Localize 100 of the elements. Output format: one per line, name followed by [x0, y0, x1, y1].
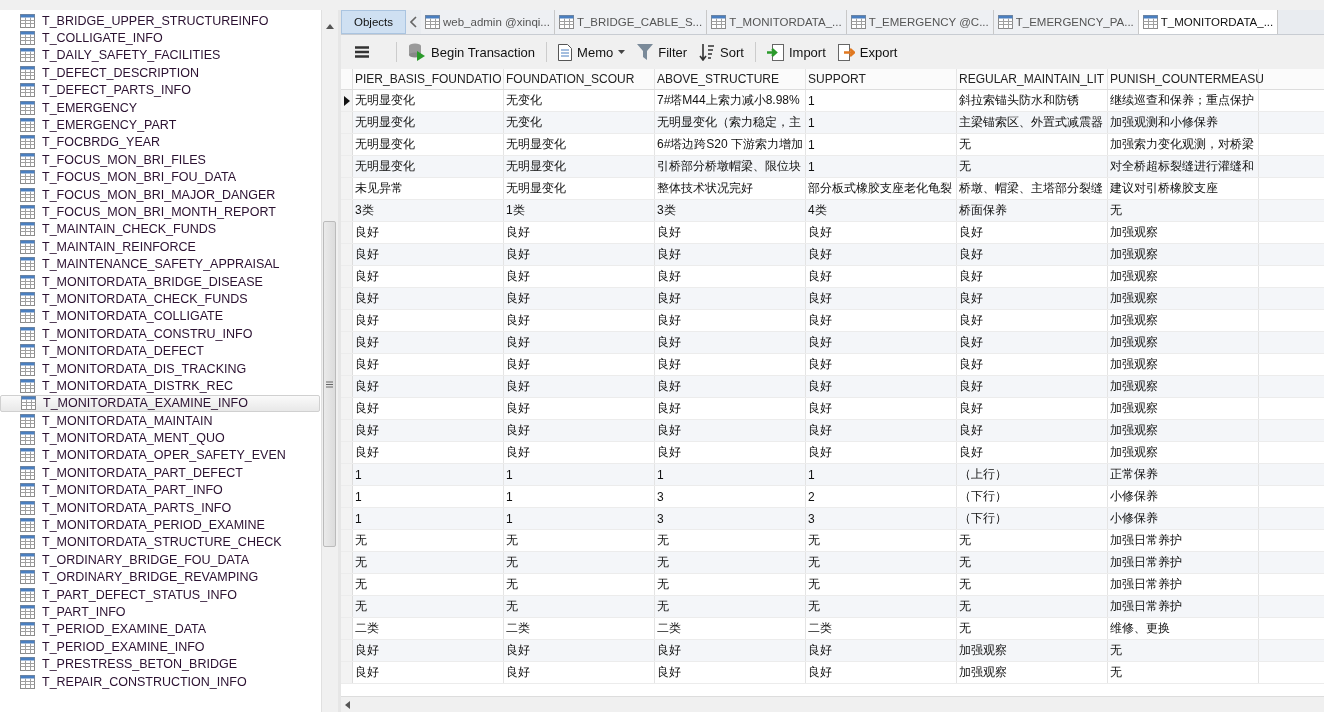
- objects-tab[interactable]: Objects: [341, 10, 406, 34]
- table-icon: [20, 100, 35, 115]
- table-cell: 无: [353, 596, 504, 617]
- table-list-item[interactable]: T_MONITORDATA_DIS_TRACKING: [0, 359, 321, 378]
- column-header[interactable]: ABOVE_STRUCTURE: [655, 69, 806, 89]
- table-list-item[interactable]: T_FOCUS_MON_BRI_MONTH_REPORT: [0, 203, 321, 221]
- filter-button[interactable]: Filter: [633, 41, 692, 63]
- column-header[interactable]: FOUNDATION_SCOUR: [504, 69, 655, 89]
- table-icon: [20, 674, 35, 689]
- table-list-item[interactable]: T_MAINTAIN_REINFORCE: [0, 238, 321, 256]
- table-tab[interactable]: T_EMERGENCY @C...: [846, 10, 994, 34]
- table-cell: 3: [655, 486, 806, 507]
- table-list-item[interactable]: T_EMERGENCY_PART: [0, 116, 321, 134]
- table-list-item[interactable]: T_MONITORDATA_EXAMINE_INFO: [0, 394, 320, 412]
- memo-button[interactable]: Memo: [554, 41, 630, 63]
- scroll-left-icon[interactable]: [410, 16, 417, 28]
- horizontal-scrollbar[interactable]: [341, 696, 1324, 712]
- table-cell: （上行）: [957, 464, 1108, 485]
- table-cell: 无: [655, 574, 806, 595]
- table-tab[interactable]: T_MONITORDATA_...: [1138, 10, 1279, 34]
- export-button[interactable]: Export: [833, 41, 902, 63]
- table-cell: 良好: [353, 244, 504, 265]
- table-cell: 小修保养: [1108, 486, 1259, 507]
- table-cell: 良好: [806, 310, 957, 331]
- table-list-item[interactable]: T_DAILY_SAFETY_FACILITIES: [0, 46, 321, 65]
- table-list-item[interactable]: T_ORDINARY_BRIDGE_REVAMPING: [0, 568, 321, 586]
- table-cell: 1: [504, 508, 655, 529]
- table-cell: 良好: [504, 640, 655, 661]
- table-list-item[interactable]: T_EMERGENCY: [0, 98, 321, 117]
- table-list-item[interactable]: T_MONITORDATA_CHECK_FUNDS: [0, 290, 321, 308]
- table-list-item[interactable]: T_PERIOD_EXAMINE_INFO: [0, 638, 321, 656]
- table-cell: 良好: [957, 332, 1108, 353]
- sort-button[interactable]: Sort: [695, 41, 748, 63]
- column-header[interactable]: PIER_BASIS_FOUNDATIO: [353, 69, 504, 89]
- table-cell: 无: [957, 156, 1108, 177]
- table-list-item[interactable]: T_FOCUS_MON_BRI_FILES: [0, 151, 321, 169]
- table-list-item[interactable]: T_MONITORDATA_PERIOD_EXAMINE: [0, 516, 321, 534]
- table-icon: [20, 361, 35, 376]
- table-tab[interactable]: T_BRIDGE_CABLE_S...: [554, 10, 708, 34]
- table-list-item[interactable]: T_MONITORDATA_CONSTRU_INFO: [0, 325, 321, 343]
- table-list-item[interactable]: T_MONITORDATA_DEFECT: [0, 342, 321, 360]
- table-cell: 无明显变化: [353, 112, 504, 133]
- document-icon: [558, 43, 573, 61]
- table-list-item[interactable]: T_MONITORDATA_PART_DEFECT: [0, 464, 321, 482]
- table-icon: [20, 65, 35, 80]
- table-cell: 加强日常养护: [1108, 574, 1259, 595]
- table-cell: 7#塔M44上索力减小8.98%: [655, 90, 806, 111]
- column-header[interactable]: REGULAR_MAINTAIN_LIT: [957, 69, 1108, 89]
- table-cell: 二类: [655, 618, 806, 639]
- scroll-left-icon[interactable]: [345, 700, 350, 709]
- scrollbar[interactable]: [321, 10, 338, 712]
- table-list-item[interactable]: T_MAINTAIN_CHECK_FUNDS: [0, 220, 321, 239]
- table-list-item[interactable]: T_COLLIGATE_INFO: [0, 29, 321, 47]
- table-list-item[interactable]: T_PERIOD_EXAMINE_DATA: [0, 620, 321, 639]
- menu-icon[interactable]: [355, 46, 369, 58]
- table-cell: 良好: [504, 354, 655, 375]
- table-list-item[interactable]: T_PRESTRESS_BETON_BRIDGE: [0, 655, 321, 673]
- table-list-item[interactable]: T_MONITORDATA_MENT_QUO: [0, 429, 321, 447]
- table-cell: 良好: [957, 288, 1108, 309]
- table-cell: 良好: [957, 398, 1108, 419]
- table-list-item[interactable]: T_ORDINARY_BRIDGE_FOU_DATA: [0, 551, 321, 569]
- scroll-up-icon[interactable]: [326, 24, 334, 29]
- table-list-item[interactable]: T_FOCBRDG_YEAR: [0, 133, 321, 152]
- table-list-item[interactable]: T_MONITORDATA_PART_INFO: [0, 481, 321, 499]
- table-list-item[interactable]: T_MONITORDATA_PARTS_INFO: [0, 498, 321, 517]
- column-header[interactable]: SUPPORT: [806, 69, 957, 89]
- table-cell: 加强观测和小修保养: [1108, 112, 1259, 133]
- table-list-item[interactable]: T_BRIDGE_UPPER_STRUCTUREINFO: [0, 12, 321, 30]
- transaction-button[interactable]: Begin Transaction: [404, 41, 540, 63]
- import-button[interactable]: Import: [762, 41, 830, 63]
- table-cell: 良好: [957, 442, 1108, 463]
- table-cell: 加强观察: [1108, 332, 1259, 353]
- row-indicator[interactable]: [341, 90, 353, 111]
- table-icon: [20, 448, 35, 463]
- table-list-item[interactable]: T_MONITORDATA_OPER_SAFETY_EVEN: [0, 446, 321, 465]
- table-list-item[interactable]: T_MONITORDATA_STRUCTURE_CHECK: [0, 533, 321, 552]
- table-tab[interactable]: web_admin @xinqi...: [421, 10, 555, 34]
- table-list-item[interactable]: T_MAINTENANCE_SAFETY_APPRAISAL: [0, 255, 321, 273]
- table-cell: 无: [957, 552, 1108, 573]
- table-list-item[interactable]: T_PART_INFO: [0, 603, 321, 621]
- table-cell: 无: [806, 552, 957, 573]
- table-list-item[interactable]: T_REPAIR_CONSTRUCTION_INFO: [0, 672, 321, 691]
- table-list-item[interactable]: T_PART_DEFECT_STATUS_INFO: [0, 585, 321, 604]
- table-cell: 良好: [806, 354, 957, 375]
- table-list-item[interactable]: T_MONITORDATA_BRIDGE_DISEASE: [0, 272, 321, 291]
- table-cell: 2: [806, 486, 957, 507]
- table-list-item[interactable]: T_FOCUS_MON_BRI_FOU_DATA: [0, 168, 321, 186]
- database-play-icon: [408, 43, 426, 61]
- table-cell: 良好: [655, 442, 806, 463]
- table-list-item[interactable]: T_MONITORDATA_MAINTAIN: [0, 412, 321, 430]
- table-list-item[interactable]: T_DEFECT_PARTS_INFO: [0, 81, 321, 99]
- table-list-item[interactable]: T_FOCUS_MON_BRI_MAJOR_DANGER: [0, 185, 321, 204]
- table-list-item[interactable]: T_MONITORDATA_COLLIGATE: [0, 307, 321, 326]
- table-list-item[interactable]: T_MONITORDATA_DISTRK_REC: [0, 377, 321, 395]
- table-cell: 加强观察: [957, 662, 1108, 683]
- table-list-item[interactable]: T_DEFECT_DESCRIPTION: [0, 64, 321, 82]
- scrollbar-thumb[interactable]: [323, 221, 336, 547]
- table-tab[interactable]: T_EMERGENCY_PA...: [993, 10, 1139, 34]
- table-cell: 无: [957, 574, 1108, 595]
- table-tab[interactable]: T_MONITORDATA_...: [707, 10, 847, 34]
